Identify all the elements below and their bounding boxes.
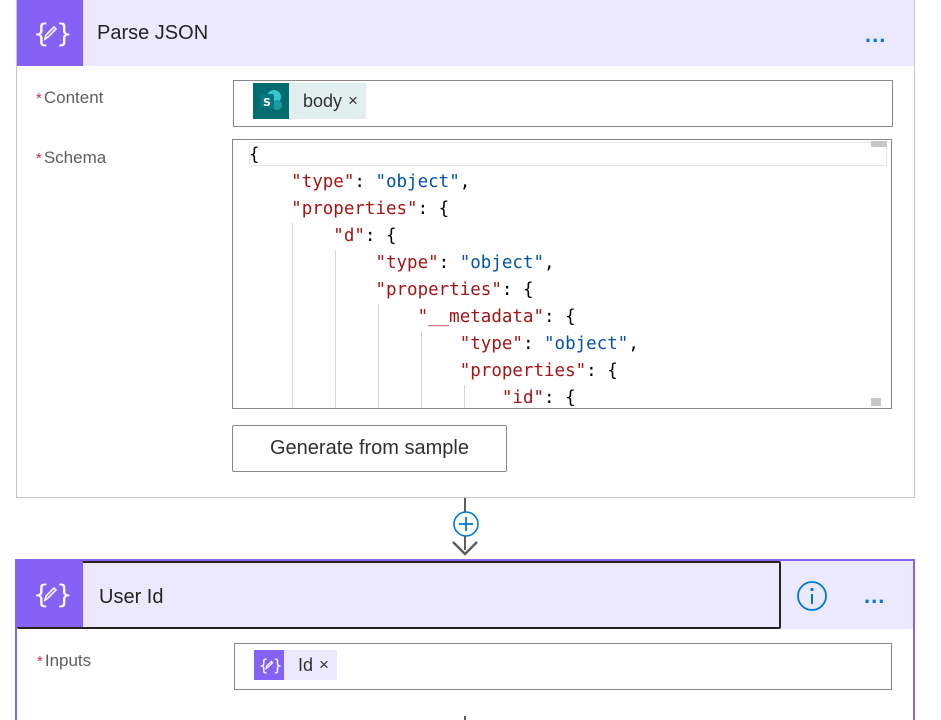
code-line: "properties": {	[375, 280, 534, 300]
content-label: * Content	[36, 88, 104, 107]
inputs-label: * Inputs	[37, 651, 92, 670]
action-title: Parse JSON	[97, 22, 209, 44]
arrow-down-icon	[452, 541, 478, 556]
add-step-icon[interactable]	[451, 509, 481, 539]
token-text: Id	[298, 654, 314, 675]
parse-json-header[interactable]: { } Parse JSON ...	[17, 0, 914, 66]
resize-handle[interactable]	[871, 398, 881, 406]
content-field[interactable]: S body ×	[233, 80, 893, 127]
code-line: "__metadata": {	[417, 307, 576, 327]
schema-label: * Schema	[36, 148, 107, 167]
inputs-field[interactable]: { } Id ×	[234, 643, 892, 690]
remove-token-icon[interactable]: ×	[319, 655, 337, 675]
sharepoint-icon: S	[253, 83, 289, 119]
more-options-button[interactable]: ...	[865, 24, 886, 46]
code-line: {	[249, 145, 260, 165]
data-operation-icon: { }	[17, 0, 83, 66]
user-id-header[interactable]: { } User Id ...	[17, 561, 913, 629]
svg-text:}: }	[56, 19, 70, 49]
code-line: "d": {	[333, 226, 397, 246]
code-line: "type": "object",	[291, 172, 471, 192]
svg-text:S: S	[263, 96, 271, 109]
info-icon[interactable]	[796, 580, 828, 612]
schema-editor[interactable]: { "type": "object", "properties": { "d":…	[232, 139, 892, 409]
body-token[interactable]: S body ×	[253, 83, 366, 119]
data-operation-icon: { }	[17, 561, 83, 627]
code-line: "properties": {	[291, 199, 450, 219]
flow-connector	[464, 716, 466, 720]
code-line: "type": "object",	[459, 334, 639, 354]
action-title: User Id	[99, 586, 164, 608]
scrollbar-thumb[interactable]	[871, 141, 887, 147]
svg-text:}: }	[273, 656, 281, 674]
code-line: "type": "object",	[375, 253, 555, 273]
code-line: "properties": {	[459, 361, 618, 381]
token-text: body	[303, 90, 343, 111]
user-id-card: { } User Id ... *Inputs { } Id ×	[15, 559, 915, 720]
schema-code: { "type": "object", "properties": { "d":…	[249, 142, 639, 408]
generate-from-sample-button[interactable]: Generate from sample	[232, 425, 507, 472]
svg-text:}: }	[56, 580, 70, 610]
code-line: "id": {	[501, 388, 576, 408]
remove-token-icon[interactable]: ×	[348, 91, 366, 111]
more-options-button[interactable]: ...	[864, 585, 885, 607]
data-operation-icon: { }	[254, 650, 284, 680]
id-token[interactable]: { } Id ×	[254, 650, 337, 680]
